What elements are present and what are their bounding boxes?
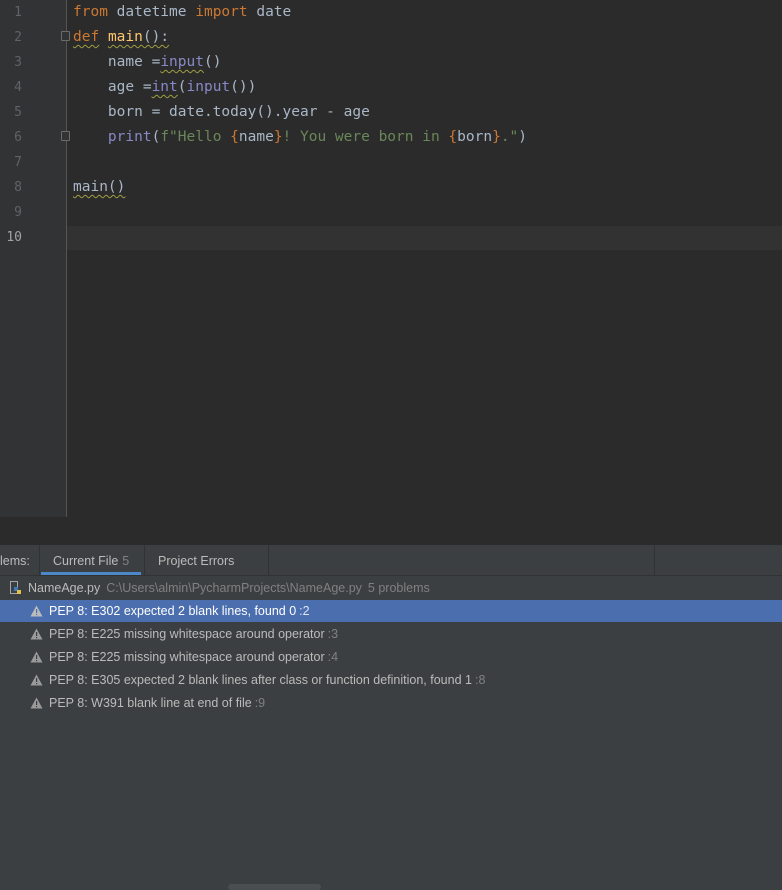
code-line-3[interactable]: name =input() [73, 50, 222, 75]
problem-description: PEP 8: E225 missing whitespace around op… [49, 627, 325, 641]
warning-icon [30, 697, 43, 709]
tab-divider [654, 545, 655, 575]
tab-project-errors[interactable]: Project Errors [146, 545, 246, 575]
code-line-8[interactable]: main() [73, 175, 125, 200]
line-number: 5 [14, 105, 22, 120]
tab-label: Current File [53, 554, 119, 568]
variable-token: born [457, 129, 493, 145]
brace-token: } [492, 129, 501, 145]
problem-item[interactable]: PEP 8: E225 missing whitespace around op… [0, 646, 782, 668]
horizontal-scrollbar[interactable] [228, 884, 321, 890]
code-token: ( [151, 129, 161, 145]
string-token: ." [500, 129, 519, 145]
tab-current-file[interactable]: Current File 5 [41, 545, 142, 575]
code-token: ()) [230, 79, 257, 95]
problem-item[interactable]: PEP 8: E225 missing whitespace around op… [0, 623, 782, 645]
problem-description: PEP 8: E302 expected 2 blank lines, foun… [49, 604, 297, 618]
code-token: ( [177, 79, 187, 95]
problem-description: PEP 8: E225 missing whitespace around op… [49, 650, 325, 664]
problem-item[interactable]: PEP 8: E305 expected 2 blank lines after… [0, 669, 782, 691]
tab-count-badge: 5 [122, 554, 130, 568]
code-line-5[interactable]: born = date.today().year - age [73, 100, 370, 125]
tab-divider [268, 545, 269, 575]
function-name-token: main [107, 29, 143, 45]
code-editor[interactable]: 1 2 3 4 5 6 7 8 9 10 from datetime impor… [0, 0, 782, 517]
line-number: 4 [14, 80, 22, 95]
problem-item[interactable]: PEP 8: W391 blank line at end of file:9 [0, 692, 782, 714]
code-line-4[interactable]: age =int(input()) [73, 75, 256, 100]
problems-panel: lems: Current File 5 Project Errors NameA… [0, 545, 782, 890]
file-path: C:\Users\almin\PycharmProjects\NameAge.p… [106, 581, 362, 595]
brace-token: { [448, 129, 458, 145]
line-number: 9 [14, 205, 22, 220]
line-number-current: 10 [6, 230, 22, 245]
file-name: NameAge.py [28, 581, 101, 595]
problem-description: PEP 8: E305 expected 2 blank lines after… [49, 673, 472, 687]
keyword-token: def [73, 29, 100, 45]
code-line-6[interactable]: print(f"Hello {name}! You were born in {… [73, 125, 527, 150]
string-token: f"Hello [160, 129, 231, 145]
code-token: name = [73, 54, 161, 70]
problem-line-ref: :2 [299, 604, 310, 618]
tab-divider [39, 545, 40, 575]
line-number: 3 [14, 55, 22, 70]
problem-line-ref: :8 [474, 673, 486, 687]
problem-item[interactable]: PEP 8: E302 expected 2 blank lines, foun… [0, 600, 782, 622]
problem-description: PEP 8: W391 blank line at end of file [49, 696, 252, 710]
line-number: 7 [14, 155, 22, 170]
warning-icon [30, 651, 43, 663]
brace-token: { [230, 129, 239, 145]
problems-title: lems: [0, 554, 30, 568]
problem-file-row[interactable]: NameAge.py C:\Users\almin\PycharmProjects… [0, 577, 782, 599]
line-number: 2 [14, 30, 22, 45]
warning-icon [30, 605, 43, 617]
builtin-token: print [107, 129, 152, 145]
code-token: () [203, 54, 222, 70]
warning-icon [30, 674, 43, 686]
tab-label: Project Errors [158, 554, 235, 568]
builtin-token: input [186, 79, 231, 95]
problem-count: 5 problems [367, 581, 430, 595]
builtin-token: input [160, 54, 204, 70]
tab-divider [144, 545, 145, 575]
punctuation-token: (): [142, 29, 170, 45]
module-token: datetime [107, 4, 196, 20]
line-number: 8 [14, 180, 22, 195]
warning-icon [30, 628, 43, 640]
problem-line-ref: :3 [327, 627, 339, 641]
problems-tabs-bar: lems: Current File 5 Project Errors [0, 545, 782, 576]
python-file-icon [10, 581, 21, 594]
code-token: age = [73, 79, 152, 95]
name-token: date [247, 4, 292, 20]
fold-end-icon[interactable] [61, 131, 70, 141]
line-number: 1 [14, 5, 22, 20]
problem-line-ref: :4 [327, 650, 339, 664]
variable-token: name [238, 129, 274, 145]
brace-token: } [273, 129, 283, 145]
keyword-token: from [73, 4, 108, 20]
line-number-gutter: 1 2 3 4 5 6 7 8 9 10 [0, 0, 67, 517]
string-token: ! You were born in [282, 129, 449, 145]
problem-line-ref: :9 [254, 696, 266, 710]
code-line-1[interactable]: from datetime import date [73, 0, 291, 25]
line-number: 6 [14, 130, 22, 145]
builtin-token: int [151, 79, 178, 95]
code-token: ) [518, 129, 528, 145]
keyword-token: import [195, 4, 248, 20]
code-line-2[interactable]: def main(): [73, 25, 169, 50]
panel-divider[interactable] [0, 517, 782, 545]
fold-open-icon[interactable] [61, 31, 70, 41]
current-line-highlight [67, 226, 782, 250]
